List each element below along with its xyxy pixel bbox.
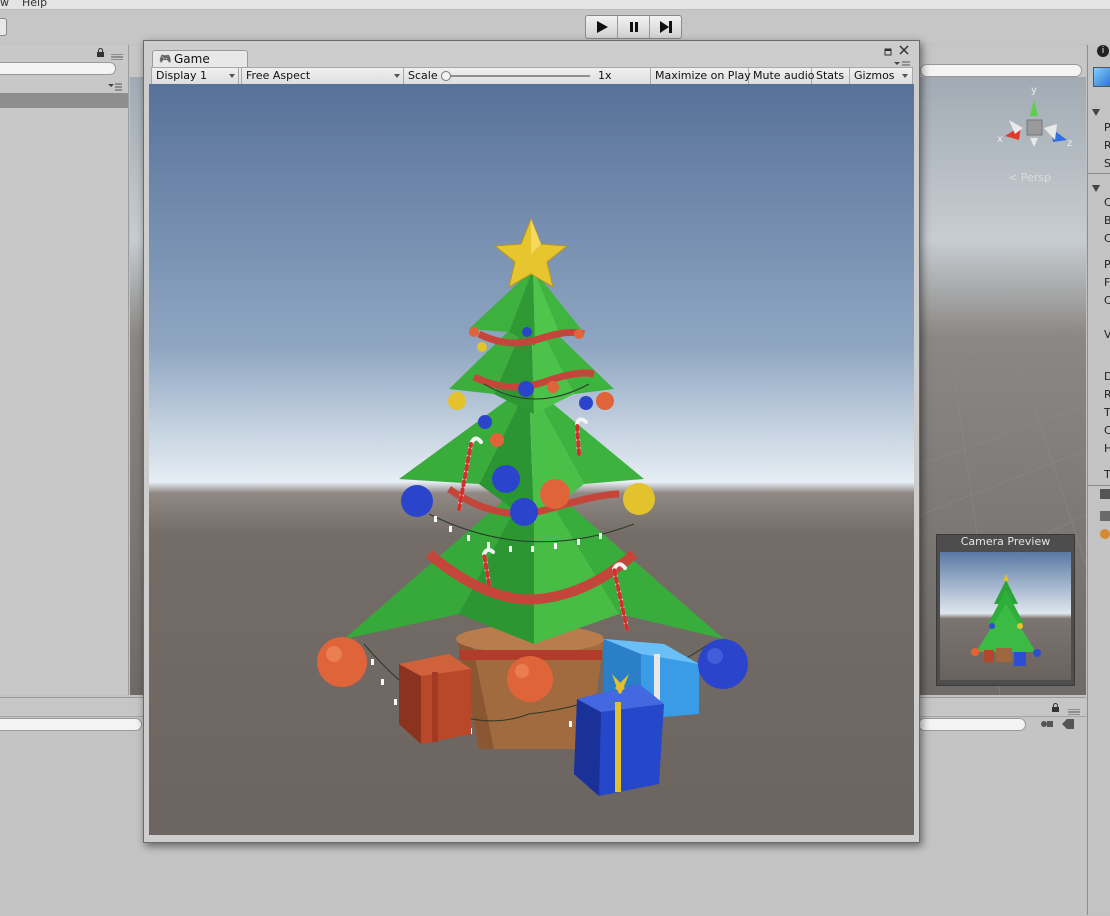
maximize-on-play-label: Maximize on Play	[655, 69, 751, 82]
game-toolbar: Display 1 Free Aspect Scale 1x Maximize …	[151, 67, 913, 85]
menu-item-help[interactable]: Help	[22, 0, 47, 9]
inspector-field-label: R	[1104, 139, 1110, 152]
display-dropdown[interactable]: Display 1	[152, 68, 239, 84]
lock-icon[interactable]	[96, 48, 106, 61]
tab-game-label: Game	[174, 52, 210, 66]
pause-icon	[629, 22, 638, 32]
project-search-input[interactable]	[0, 718, 142, 731]
inspector-field-label: H	[1104, 442, 1110, 455]
component-icon	[1100, 489, 1110, 499]
step-icon	[659, 21, 672, 33]
foldout-arrow-icon[interactable]	[1092, 183, 1100, 196]
christmas-tree-scene	[149, 84, 914, 835]
divider	[1088, 173, 1110, 174]
project-filter-search-input[interactable]	[918, 718, 1026, 731]
scale-control: Scale 1x	[404, 68, 651, 84]
inspector-field-label: C	[1104, 196, 1110, 209]
toolbar-button-partial[interactable]	[0, 18, 7, 36]
scale-label: Scale	[408, 69, 438, 82]
inspector-field-label: D	[1104, 370, 1110, 383]
camera-preview: Camera Preview	[936, 534, 1075, 686]
game-tab-icon: 🎮	[159, 54, 172, 65]
stats-label: Stats	[816, 69, 845, 82]
inspector-panel: i P R S C B C P F C V D R T C H T	[1087, 45, 1110, 915]
component-icon	[1100, 511, 1110, 521]
inspector-field-label: T	[1104, 468, 1110, 481]
foldout-arrow-icon[interactable]	[1092, 107, 1100, 120]
pause-button[interactable]	[618, 16, 650, 38]
step-button[interactable]	[650, 16, 681, 38]
gizmos-label: Gizmos	[854, 69, 895, 82]
mute-audio-toggle[interactable]: Mute audio	[749, 68, 815, 84]
inspector-field-label: C	[1104, 232, 1110, 245]
inspector-field-label: F	[1104, 276, 1110, 289]
inspector-field-label: B	[1104, 214, 1110, 227]
inspector-field-label: R	[1104, 388, 1110, 401]
maximize-window-icon[interactable]	[884, 46, 892, 59]
menu-item-window[interactable]: w	[0, 0, 9, 9]
filter-by-type-icon[interactable]	[1040, 718, 1054, 730]
filter-by-label-icon[interactable]	[1061, 718, 1075, 730]
persp-label[interactable]: < Persp	[1008, 171, 1051, 184]
display-dropdown-label: Display 1	[156, 69, 208, 82]
inspector-field-label: S	[1104, 157, 1110, 170]
scene-search-input[interactable]	[920, 64, 1082, 77]
inspector-field-label: C	[1104, 424, 1110, 437]
gizmo-z-label: z	[1067, 138, 1072, 149]
play-button[interactable]	[586, 16, 618, 38]
panel-menu-icon[interactable]	[1068, 705, 1080, 718]
gizmos-dropdown[interactable]: Gizmos	[850, 68, 911, 84]
gizmo-x-label: x	[997, 134, 1003, 145]
main-toolbar	[0, 10, 1110, 44]
panel-menu-icon[interactable]	[111, 50, 123, 61]
present-red	[399, 654, 471, 744]
inspector-field-label: C	[1104, 294, 1110, 307]
material-icon	[1100, 529, 1110, 539]
aspect-dropdown-label: Free Aspect	[246, 69, 311, 82]
inspector-field-label: P	[1104, 258, 1110, 271]
scale-slider-track[interactable]	[444, 75, 590, 77]
hierarchy-search-input[interactable]	[0, 62, 116, 75]
inspector-field-label: T	[1104, 406, 1110, 419]
tab-game[interactable]: 🎮 Game	[152, 50, 248, 68]
menu-bar: w Help	[0, 0, 1110, 10]
play-icon	[596, 21, 608, 33]
create-menu-icon[interactable]	[108, 81, 122, 91]
hierarchy-selected-row[interactable]	[0, 93, 128, 108]
hierarchy-panel	[0, 45, 129, 695]
object-icon	[1093, 67, 1110, 87]
scale-slider-handle[interactable]	[441, 71, 451, 81]
game-viewport[interactable]	[149, 84, 914, 835]
close-window-icon[interactable]	[899, 45, 909, 58]
camera-preview-title: Camera Preview	[960, 535, 1051, 548]
aspect-dropdown[interactable]: Free Aspect	[242, 68, 404, 84]
scale-value: 1x	[598, 69, 612, 82]
lock-icon[interactable]	[1051, 703, 1061, 716]
maximize-on-play-toggle[interactable]: Maximize on Play	[651, 68, 751, 84]
play-controls	[585, 15, 682, 39]
info-icon[interactable]: i	[1097, 45, 1109, 57]
inspector-field-label: P	[1104, 121, 1110, 134]
gizmo-y-label: y	[1031, 85, 1037, 96]
scene-orientation-gizmo[interactable]: y x z	[997, 82, 1075, 162]
inspector-field-label: V	[1104, 328, 1110, 341]
divider	[1088, 485, 1110, 486]
camera-preview-image	[940, 552, 1071, 680]
mute-audio-label: Mute audio	[753, 69, 815, 82]
stats-toggle[interactable]: Stats	[812, 68, 850, 84]
